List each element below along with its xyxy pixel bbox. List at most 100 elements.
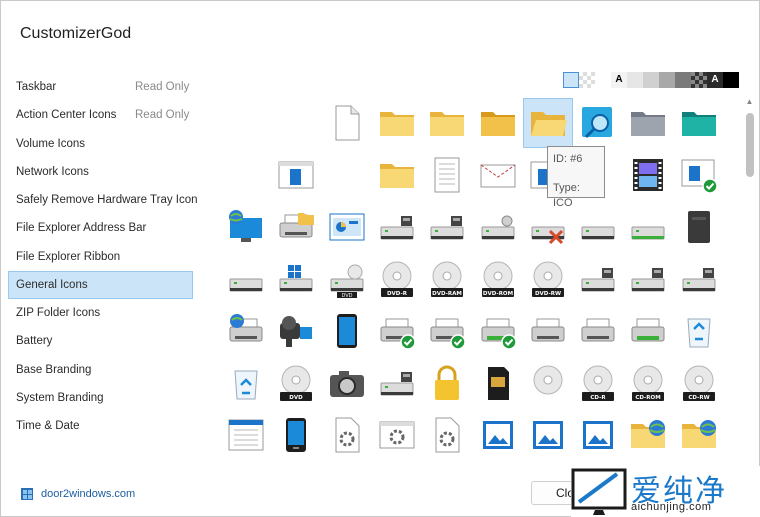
disc-dvd-rom-icon[interactable]: DVD-ROM bbox=[473, 254, 523, 304]
background-swatch[interactable] bbox=[643, 72, 659, 88]
camcorder-icon[interactable] bbox=[271, 306, 321, 356]
background-swatch[interactable] bbox=[691, 72, 707, 88]
disc-dvd-ram-icon-graphic: DVD-RAM bbox=[431, 261, 464, 297]
folder-globe-icon[interactable] bbox=[623, 410, 673, 460]
scroll-up-arrow-icon[interactable]: ▲ bbox=[745, 97, 754, 106]
sidebar-item-zip-folder-icons[interactable]: ZIP Folder Icons bbox=[1, 299, 201, 327]
padlock-icon[interactable] bbox=[422, 358, 472, 408]
sidebar-item-file-explorer-address-bar[interactable]: File Explorer Address Bar bbox=[1, 214, 201, 242]
drive-net-icon[interactable] bbox=[372, 358, 422, 408]
disc-dvd-rw-icon[interactable]: DVD-RW bbox=[523, 254, 573, 304]
image-blue-icon-graphic bbox=[583, 421, 614, 449]
phone-blue-icon[interactable] bbox=[322, 306, 372, 356]
disc-icon[interactable] bbox=[523, 358, 573, 408]
drive-net-icon[interactable] bbox=[573, 254, 623, 304]
window-doc-icon-graphic bbox=[228, 419, 264, 451]
app-window: CustomizerGod Taskbar Read Only Action Cen… bbox=[0, 0, 760, 517]
background-swatch[interactable]: A bbox=[707, 72, 723, 88]
camera-icon-graphic bbox=[329, 371, 364, 397]
printer-check-icon[interactable] bbox=[372, 306, 422, 356]
background-swatch[interactable] bbox=[675, 72, 691, 88]
background-swatch[interactable] bbox=[627, 72, 643, 88]
sidebar-item-time-date[interactable]: Time & Date bbox=[1, 412, 201, 440]
folder-dark-icon[interactable] bbox=[473, 98, 523, 148]
disc-dvd-r-icon[interactable]: DVD-R bbox=[372, 254, 422, 304]
gear-doc-icon[interactable] bbox=[422, 410, 472, 460]
recycle-full-icon[interactable] bbox=[674, 306, 724, 356]
background-swatch[interactable] bbox=[723, 72, 739, 88]
printer-green-icon[interactable] bbox=[623, 306, 673, 356]
sidebar-item-network-icons[interactable]: Network Icons bbox=[1, 158, 201, 186]
scroll-thumb[interactable] bbox=[746, 113, 754, 177]
folder-icon[interactable] bbox=[422, 98, 472, 148]
folder-gray-icon[interactable] bbox=[623, 98, 673, 148]
sidebar-item-taskbar[interactable]: Taskbar Read Only bbox=[1, 73, 201, 101]
drive-dvd-icon[interactable]: DVD bbox=[322, 254, 372, 304]
image-blue-icon[interactable] bbox=[573, 410, 623, 460]
drive-net-icon[interactable] bbox=[623, 254, 673, 304]
disc-cd-r-icon[interactable]: CD-R bbox=[573, 358, 623, 408]
printer-check-icon[interactable] bbox=[422, 306, 472, 356]
drive-net-icon[interactable] bbox=[372, 202, 422, 252]
folder-globe-icon[interactable] bbox=[674, 410, 724, 460]
image-blue-icon-graphic bbox=[482, 421, 513, 449]
notepad-icon[interactable] bbox=[422, 150, 472, 200]
sidebar-item-file-explorer-ribbon[interactable]: File Explorer Ribbon bbox=[1, 243, 201, 271]
search-blue-icon[interactable] bbox=[573, 98, 623, 148]
folder-icon[interactable] bbox=[372, 150, 422, 200]
disc-dvd-icon[interactable]: DVD bbox=[271, 358, 321, 408]
disc-dvd-rom-icon-graphic: DVD-ROM bbox=[481, 261, 514, 297]
image-blue-icon[interactable] bbox=[473, 410, 523, 460]
gear-doc-icon[interactable] bbox=[322, 410, 372, 460]
folder-icon-graphic bbox=[430, 112, 465, 136]
printer-icon[interactable] bbox=[573, 306, 623, 356]
drive-black-icon-graphic bbox=[687, 211, 710, 243]
globe-monitor-icon[interactable] bbox=[221, 202, 271, 252]
printer-globe-icon[interactable] bbox=[221, 306, 271, 356]
drive-net-icon[interactable] bbox=[422, 202, 472, 252]
background-swatch[interactable] bbox=[659, 72, 675, 88]
recycle-empty-icon[interactable] bbox=[221, 358, 271, 408]
drive-net-icon[interactable] bbox=[674, 254, 724, 304]
window-doc-icon[interactable] bbox=[221, 410, 271, 460]
drive-net2-icon[interactable] bbox=[473, 202, 523, 252]
drive-win-icon[interactable] bbox=[271, 254, 321, 304]
folder-open-sel-icon[interactable] bbox=[522, 98, 573, 148]
background-swatch[interactable] bbox=[595, 72, 611, 88]
drive-black-icon[interactable] bbox=[674, 202, 724, 252]
control-panel-icon[interactable] bbox=[322, 202, 372, 252]
drive-green-icon[interactable] bbox=[623, 202, 673, 252]
printer-check-green-icon[interactable] bbox=[473, 306, 523, 356]
disc-dvd-ram-icon[interactable]: DVD-RAM bbox=[422, 254, 472, 304]
film-icon[interactable] bbox=[623, 150, 673, 200]
icon-grid-scrollbar[interactable]: ▲ bbox=[743, 97, 756, 467]
printer-folder-icon[interactable] bbox=[271, 202, 321, 252]
camera-icon[interactable] bbox=[322, 358, 372, 408]
brand-link[interactable]: door2windows.com bbox=[20, 486, 135, 502]
background-swatch[interactable] bbox=[563, 72, 579, 88]
folder-icon[interactable] bbox=[372, 98, 422, 148]
sidebar-item-system-branding[interactable]: System Branding bbox=[1, 384, 201, 412]
disc-cd-rom-icon[interactable]: CD-ROM bbox=[623, 358, 673, 408]
sidebar-item-base-branding[interactable]: Base Branding bbox=[1, 356, 201, 384]
sidebar-item-safely-remove-hardware-tray-icon[interactable]: Safely Remove Hardware Tray Icon bbox=[1, 186, 201, 214]
drive-x-icon-graphic bbox=[531, 226, 565, 245]
printer-icon[interactable] bbox=[523, 306, 573, 356]
sidebar-item-battery[interactable]: Battery bbox=[1, 327, 201, 355]
sidebar-item-general-icons[interactable]: General Icons bbox=[8, 271, 193, 300]
gear-window-icon[interactable] bbox=[372, 410, 422, 460]
sidebar-item-action-center-icons[interactable]: Action Center Icons Read Only bbox=[1, 101, 201, 129]
image-blue-icon[interactable] bbox=[523, 410, 573, 460]
phone-dark-icon[interactable] bbox=[271, 410, 321, 460]
document-icon[interactable] bbox=[322, 98, 372, 148]
folder-teal-icon[interactable] bbox=[674, 98, 724, 148]
envelope-icon[interactable] bbox=[473, 150, 523, 200]
sd-card-icon[interactable] bbox=[473, 358, 523, 408]
window-check-icon[interactable] bbox=[674, 150, 724, 200]
disc-cd-rw-icon[interactable]: CD-RW bbox=[674, 358, 724, 408]
background-swatch[interactable]: A bbox=[611, 72, 627, 88]
background-swatch[interactable] bbox=[579, 72, 595, 88]
sidebar-item-volume-icons[interactable]: Volume Icons bbox=[1, 130, 201, 158]
drive-icon[interactable] bbox=[221, 254, 271, 304]
window-app-icon[interactable] bbox=[271, 150, 321, 200]
